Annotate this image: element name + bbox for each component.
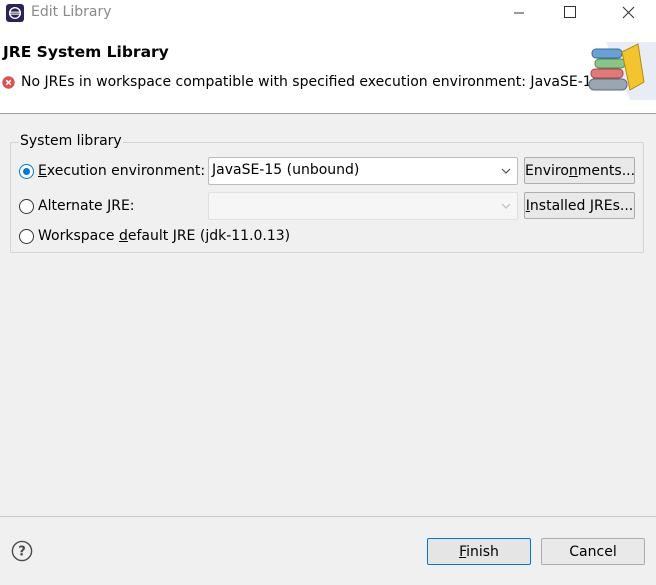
help-icon[interactable]: ? (11, 540, 33, 562)
group-label: System library (19, 133, 123, 149)
error-icon (2, 76, 15, 89)
alternate-jre-label-post: RE: (111, 198, 135, 214)
mnemonic-n: n (568, 162, 578, 179)
cancel-button[interactable]: Cancel (541, 538, 645, 565)
chevron-down-icon (501, 168, 511, 174)
workspace-default-label-post: efault JRE (jdk-11.0.13) (127, 228, 291, 244)
title-bar: Edit Library (0, 0, 656, 26)
installed-jres-button[interactable]: Installed JREs... (524, 192, 635, 219)
svg-text:?: ? (18, 545, 26, 560)
execution-environment-radio[interactable] (19, 164, 34, 179)
workspace-default-label-pre: Workspace (38, 228, 119, 244)
window-title: Edit Library (31, 4, 112, 20)
alternate-jre-radio[interactable] (19, 199, 34, 214)
installed-jres-button-post: nstalled JREs... (529, 197, 634, 214)
alternate-jre-combo[interactable] (208, 192, 518, 220)
execution-environment-label-rest: xecution environment: (46, 163, 206, 179)
close-button[interactable] (604, 0, 650, 26)
environments-button[interactable]: Environments... (524, 157, 635, 184)
eclipse-icon (6, 4, 24, 22)
chevron-down-icon (501, 203, 511, 209)
alternate-jre-label: Alternate JRE: (38, 198, 135, 214)
execution-environment-combo[interactable]: JavaSE-15 (unbound) (208, 157, 518, 185)
library-books-icon (588, 42, 656, 100)
footer-separator (0, 516, 656, 517)
environments-button-post: ments... (577, 162, 636, 179)
environments-button-pre: Enviro (525, 162, 569, 179)
execution-environment-value: JavaSE-15 (unbound) (212, 162, 360, 178)
system-library-group: System library Execution environment: Ja… (10, 133, 644, 253)
error-message: No JREs in workspace compatible with spe… (21, 74, 601, 90)
dialog-header: JRE System Library No JREs in workspace … (0, 26, 656, 114)
maximize-button[interactable] (546, 0, 592, 26)
page-title: JRE System Library (3, 43, 169, 61)
execution-environment-label: Execution environment: (38, 163, 205, 179)
alternate-jre-label-pre: Alternate (38, 198, 108, 214)
edit-library-dialog: Edit Library JRE System Library No JREs … (0, 0, 656, 585)
finish-button[interactable]: Finish (427, 538, 531, 565)
mnemonic-e: E (38, 163, 47, 179)
mnemonic-d: d (118, 228, 128, 244)
finish-label-rest: inish (466, 543, 499, 560)
minimize-button[interactable] (496, 0, 542, 26)
workspace-default-label: Workspace default JRE (jdk-11.0.13) (38, 228, 290, 244)
workspace-default-radio[interactable] (19, 229, 34, 244)
